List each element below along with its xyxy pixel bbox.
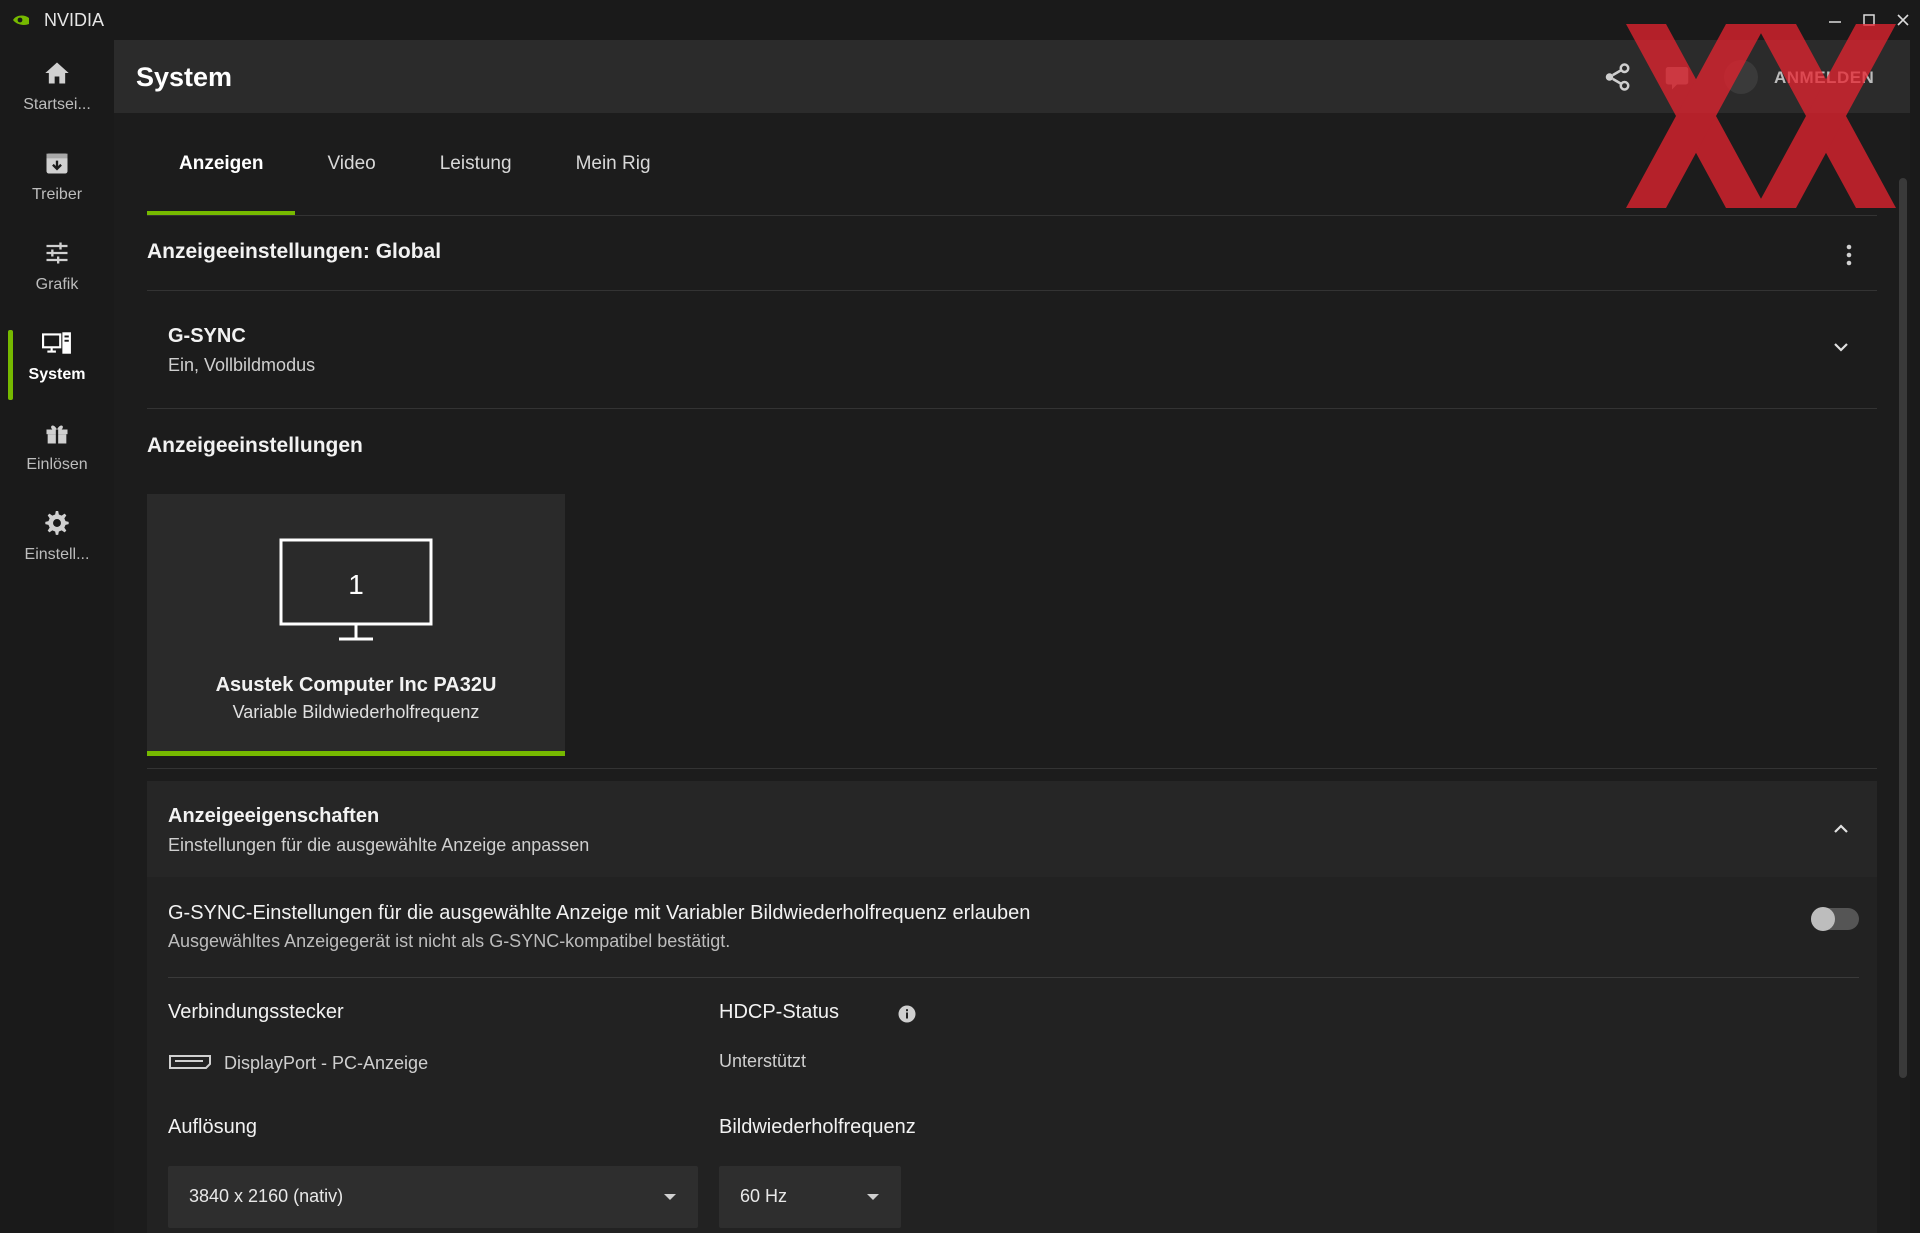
close-icon <box>1897 14 1909 26</box>
monitor-card[interactable]: 1 Asustek Computer Inc PA32U Variable Bi… <box>147 494 565 756</box>
section-divider <box>147 768 1877 769</box>
main-area: System ANMELDEN Anzeigen Video Leistung … <box>114 40 1910 1233</box>
monitor-selected-indicator <box>147 751 565 756</box>
nvidia-logo-icon <box>13 15 29 25</box>
more-options-icon[interactable] <box>1837 240 1861 270</box>
tab-my-rig[interactable]: Mein Rig <box>544 113 683 215</box>
nav-item-settings[interactable]: Einstell... <box>0 498 114 578</box>
display-properties-header[interactable]: Anzeigeeigenschaften Einstellungen für d… <box>147 781 1877 877</box>
nav-active-indicator <box>8 330 13 400</box>
nav-label: Einstell... <box>24 546 90 563</box>
displayport-icon <box>169 1055 211 1069</box>
info-icon[interactable] <box>898 1005 916 1023</box>
gear-icon <box>42 508 72 538</box>
nav-label: Startsei... <box>23 96 91 113</box>
toggle-knob <box>1811 907 1835 931</box>
global-settings-title: Anzeigeeinstellungen: Global <box>147 240 442 263</box>
nav-item-system[interactable]: System <box>0 318 114 400</box>
hdcp-label: HDCP-Status <box>719 1001 840 1023</box>
refresh-rate-label: Bildwiederholfrequenz <box>719 1116 916 1138</box>
resolution-label: Auflösung <box>168 1116 257 1138</box>
nav-label: Einlösen <box>26 456 88 473</box>
allow-gsync-title: G-SYNC-Einstellungen für die ausgewählte… <box>168 902 1031 924</box>
left-navigation: Startsei... Treiber Grafik System Einlös… <box>0 40 114 1233</box>
nav-item-graphics[interactable]: Grafik <box>0 228 114 308</box>
sliders-icon <box>42 238 72 268</box>
chevron-down-icon[interactable] <box>1829 335 1853 359</box>
tab-video[interactable]: Video <box>295 113 407 215</box>
dropdown-arrow-icon <box>867 1194 879 1200</box>
nav-item-redeem[interactable]: Einlösen <box>0 408 114 488</box>
tab-performance[interactable]: Leistung <box>408 113 544 215</box>
watermark-logo <box>1626 24 1896 208</box>
gsync-value: Ein, Vollbildmodus <box>168 355 316 375</box>
resolution-value: 3840 x 2160 (nativ) <box>189 1186 344 1206</box>
refresh-rate-value: 60 Hz <box>740 1186 788 1206</box>
page-title: System <box>136 62 233 92</box>
nav-item-drivers[interactable]: Treiber <box>0 138 114 218</box>
monitor-number: 1 <box>348 569 364 600</box>
display-properties-title: Anzeigeeigenschaften <box>168 805 380 827</box>
nav-label: System <box>28 366 86 383</box>
refresh-rate-select[interactable]: 60 Hz <box>719 1166 901 1228</box>
monitor-icon: 1 <box>279 538 433 641</box>
display-properties-subtitle: Einstellungen für die ausgewählte Anzeig… <box>168 835 590 855</box>
system-monitor-icon <box>42 328 72 358</box>
allow-gsync-subtitle: Ausgewähltes Anzeigegerät ist nicht als … <box>168 931 731 951</box>
display-settings-title: Anzeigeeinstellungen <box>147 434 363 457</box>
tab-displays[interactable]: Anzeigen <box>147 113 296 215</box>
monitor-subtitle: Variable Bildwiederholfrequenz <box>232 702 480 722</box>
home-icon <box>42 58 72 88</box>
gsync-row[interactable]: G-SYNC Ein, Vollbildmodus <box>147 291 1877 409</box>
tab-bar: Anzeigen Video Leistung Mein Rig <box>147 113 683 216</box>
connector-value: DisplayPort - PC-Anzeige <box>224 1053 429 1073</box>
nav-item-home[interactable]: Startsei... <box>0 48 114 128</box>
gift-icon <box>42 418 72 448</box>
connector-label: Verbindungsstecker <box>168 1001 344 1023</box>
window-title: NVIDIA <box>44 10 105 30</box>
properties-divider <box>168 977 1859 978</box>
global-settings-row: Anzeigeeinstellungen: Global <box>147 216 1877 291</box>
nav-label: Treiber <box>31 186 83 203</box>
gsync-title: G-SYNC <box>168 325 246 347</box>
download-box-icon <box>42 148 72 178</box>
resolution-select[interactable]: 3840 x 2160 (nativ) <box>168 1166 698 1228</box>
display-properties-panel: Anzeigeeigenschaften Einstellungen für d… <box>147 781 1877 1233</box>
dropdown-arrow-icon <box>664 1194 676 1200</box>
vertical-scrollbar[interactable] <box>1899 178 1907 1078</box>
monitor-name: Asustek Computer Inc PA32U <box>215 674 497 696</box>
hdcp-value: Unterstützt <box>719 1051 807 1071</box>
allow-gsync-toggle[interactable] <box>1811 907 1859 931</box>
chevron-up-icon[interactable] <box>1829 817 1853 841</box>
app-window: NVIDIA Startsei... Treiber Grafik System… <box>0 0 1920 1233</box>
nav-label: Grafik <box>35 276 79 293</box>
